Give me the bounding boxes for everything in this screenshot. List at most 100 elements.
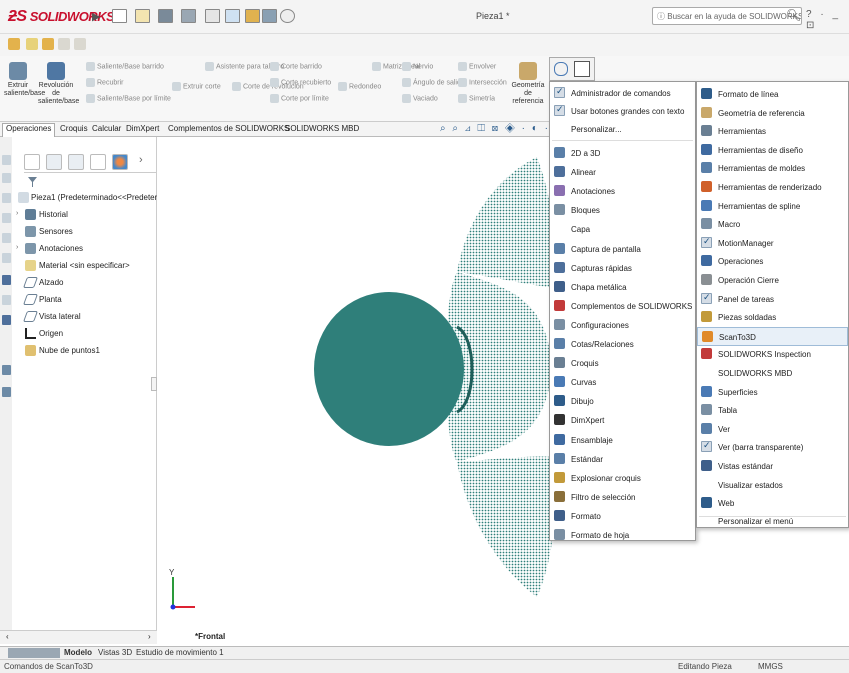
revolve-boss-button[interactable]: Revolución de saliente/base: [38, 62, 79, 106]
line-icon[interactable]: [42, 38, 54, 50]
open-document-icon[interactable]: [135, 9, 150, 23]
menu-item-top-0[interactable]: Administrador de comandos: [550, 84, 695, 103]
new-document-icon[interactable]: [112, 9, 127, 23]
swept-cut-button[interactable]: Corte barrido: [270, 62, 322, 71]
chevron-right-icon[interactable]: ›: [139, 154, 143, 166]
strip-icon-3[interactable]: [2, 193, 11, 203]
submenu-item-toolbar[interactable]: Web: [697, 494, 848, 513]
tree-item-nube-de-puntos[interactable]: Nube de puntos1: [12, 345, 157, 359]
menu-item-toolbar[interactable]: 2D a 3D: [550, 144, 695, 163]
reference-geometry-button[interactable]: Geometría de referencia: [510, 62, 546, 106]
menu-item-toolbar[interactable]: Filtro de selección: [550, 488, 695, 507]
file-properties-icon[interactable]: [262, 9, 277, 23]
draft-button[interactable]: Ángulo de salida: [402, 78, 465, 87]
tree-item-material[interactable]: Material <sin especificar>: [12, 260, 157, 274]
rebuild-icon[interactable]: [245, 9, 260, 23]
display-manager-tab-icon[interactable]: [112, 154, 128, 170]
loft-boss-button[interactable]: Recubrir: [86, 78, 123, 87]
submenu-item-toolbar[interactable]: ScanTo3D: [697, 326, 848, 346]
tab-vistas-3d[interactable]: Vistas 3D: [98, 648, 132, 657]
menu-item-toolbar[interactable]: Formato de hoja: [550, 526, 695, 545]
tree-item-planta[interactable]: Planta: [12, 294, 157, 308]
menu-item-toolbar[interactable]: Croquis: [550, 354, 695, 373]
submenu-item-toolbar[interactable]: Formato de línea: [697, 85, 848, 104]
strip-icon-5[interactable]: [2, 233, 11, 243]
tab-dimxpert[interactable]: DimXpert: [126, 124, 159, 133]
submenu-item-toolbar[interactable]: Ver (barra transparente): [697, 438, 848, 457]
sketch-icon[interactable]: [8, 38, 20, 50]
menu-item-toolbar[interactable]: DimXpert: [550, 411, 695, 430]
expand-arrow-icon[interactable]: ›: [16, 210, 24, 217]
submenu-item-toolbar[interactable]: Herramientas de diseño: [697, 141, 848, 160]
curves-instant3d-strip[interactable]: [549, 57, 595, 81]
window-controls[interactable]: ? · _ ⊡: [806, 9, 849, 31]
menu-item-toolbar[interactable]: Chapa metálica: [550, 278, 695, 297]
menu-item-top-1[interactable]: Usar botones grandes con texto: [550, 102, 695, 121]
tree-item-origen[interactable]: Origen: [12, 328, 157, 342]
shell-button[interactable]: Vaciado: [402, 94, 438, 103]
rib-button[interactable]: Nervio: [402, 62, 433, 71]
submenu-item-toolbar[interactable]: Vistas estándar: [697, 457, 848, 476]
wrap-button[interactable]: Envolver: [458, 62, 496, 71]
tab-solidworks-mbd[interactable]: SOLIDWORKS MBD: [285, 124, 359, 133]
submenu-item-toolbar[interactable]: Herramientas de moldes: [697, 159, 848, 178]
feature-manager-scrollbar[interactable]: ‹ ›: [0, 630, 157, 644]
menu-item-toolbar[interactable]: Ensamblaje: [550, 431, 695, 450]
tab-croquis[interactable]: Croquis: [60, 124, 88, 133]
menu-item-toolbar[interactable]: Complementos de SOLIDWORKS: [550, 297, 695, 316]
strip-icon-4[interactable]: [2, 213, 11, 223]
submenu-item-toolbar[interactable]: Piezas soldadas: [697, 308, 848, 327]
customize-menu-item[interactable]: Personalizar el menú: [697, 512, 848, 531]
menu-item-toolbar[interactable]: Configuraciones: [550, 316, 695, 335]
filter-icon[interactable]: [28, 177, 37, 187]
fillet-button[interactable]: Redondeo: [338, 82, 381, 91]
help-search-input[interactable]: ⓘ Buscar en la ayuda de SOLIDWORKS: [652, 7, 802, 25]
tree-item-alzado[interactable]: Alzado: [12, 277, 157, 291]
rectangle-icon[interactable]: [58, 38, 70, 50]
extrude-boss-button[interactable]: Extruir saliente/base: [4, 62, 45, 98]
strip-icon-6[interactable]: [2, 253, 11, 263]
menu-item-toolbar[interactable]: Explosionar croquis: [550, 469, 695, 488]
submenu-item-toolbar[interactable]: Panel de tareas: [697, 290, 848, 309]
strip-icon-2[interactable]: [2, 173, 11, 183]
circle-icon[interactable]: [74, 38, 86, 50]
logo-menu-arrow-icon[interactable]: ▶: [92, 10, 100, 23]
smart-dimension-icon[interactable]: [26, 38, 38, 50]
strip-icon-8[interactable]: [2, 295, 11, 305]
strip-icon-11[interactable]: [2, 387, 11, 397]
menu-item-toolbar[interactable]: Captura de pantalla: [550, 240, 695, 259]
submenu-item-toolbar[interactable]: Tabla: [697, 401, 848, 420]
options-gear-icon[interactable]: [280, 9, 295, 23]
submenu-item-toolbar[interactable]: Geometría de referencia: [697, 104, 848, 123]
submenu-item-toolbar[interactable]: SOLIDWORKS Inspection: [697, 345, 848, 364]
tree-item-vista-lateral[interactable]: Vista lateral: [12, 311, 157, 325]
tree-item-sensores[interactable]: Sensores: [12, 226, 157, 240]
tab-operaciones[interactable]: Operaciones: [2, 123, 56, 137]
menu-item-toolbar[interactable]: Estándar: [550, 450, 695, 469]
extruded-cut-button[interactable]: Extruir corte: [172, 82, 221, 91]
menu-item-toolbar[interactable]: Bloques: [550, 201, 695, 220]
configuration-manager-tab-icon[interactable]: [68, 154, 84, 170]
submenu-item-toolbar[interactable]: Superficies: [697, 383, 848, 402]
submenu-item-toolbar[interactable]: MotionManager: [697, 234, 848, 253]
strip-icon-9[interactable]: [2, 315, 11, 325]
submenu-item-toolbar[interactable]: Herramientas de renderizado: [697, 178, 848, 197]
property-manager-tab-icon[interactable]: [46, 154, 62, 170]
boundary-cut-button[interactable]: Corte por límite: [270, 94, 329, 103]
menu-item-toolbar[interactable]: Cotas/Relaciones: [550, 335, 695, 354]
select-icon[interactable]: [225, 9, 240, 23]
menu-item-toolbar[interactable]: Formato: [550, 507, 695, 526]
menu-item-top-2[interactable]: Personalizar...: [550, 120, 695, 139]
tab-calcular[interactable]: Calcular: [92, 124, 121, 133]
menu-item-toolbar[interactable]: Curvas: [550, 373, 695, 392]
mirror-button[interactable]: Simetría: [458, 94, 495, 103]
scroll-right-icon[interactable]: ›: [148, 632, 151, 641]
dimxpert-tab-icon[interactable]: [90, 154, 106, 170]
boundary-boss-button[interactable]: Saliente/Base por límite: [86, 94, 171, 103]
tab-complementos[interactable]: Complementos de SOLIDWORKS: [168, 124, 289, 133]
submenu-item-toolbar[interactable]: Macro: [697, 215, 848, 234]
scroll-left-icon[interactable]: ‹: [6, 632, 9, 641]
lofted-cut-button[interactable]: Corte recubierto: [270, 78, 331, 87]
tree-item-historial[interactable]: › Historial: [12, 209, 157, 223]
submenu-item-toolbar[interactable]: Operaciones: [697, 252, 848, 271]
